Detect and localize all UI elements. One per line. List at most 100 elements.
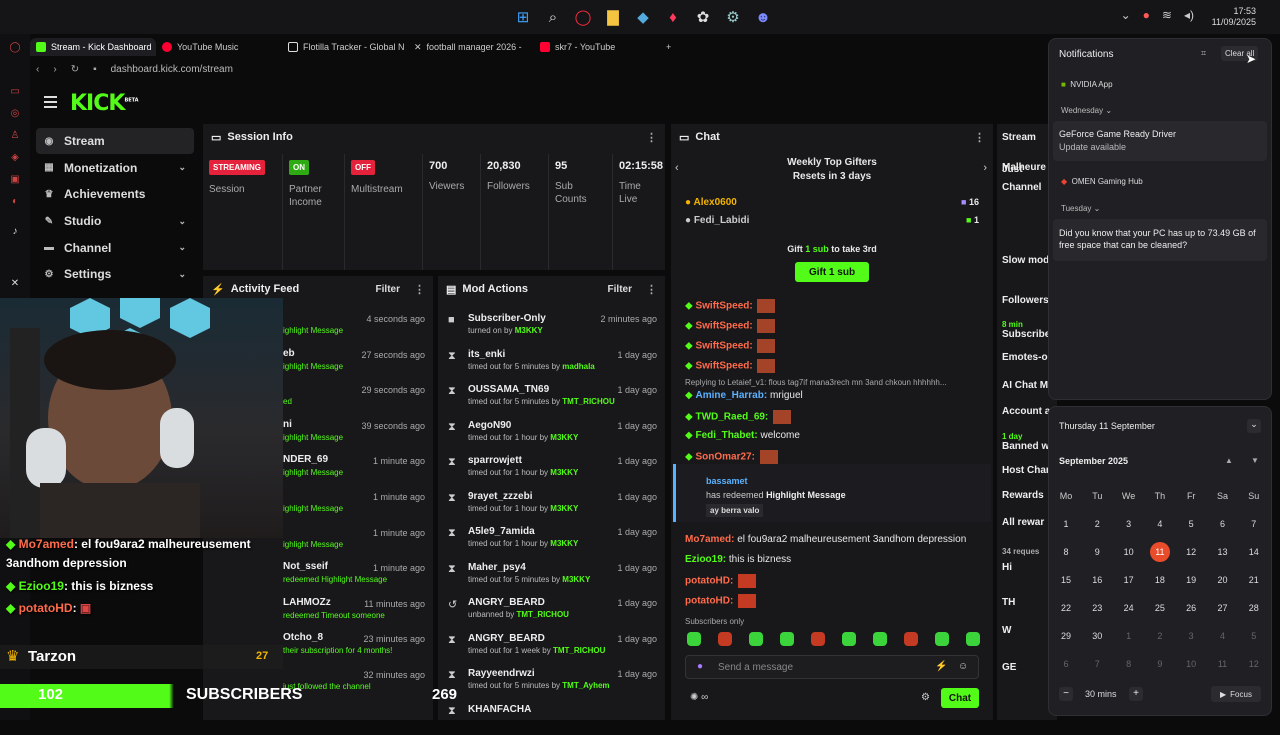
wifi-icon[interactable]: ≋	[1162, 8, 1172, 22]
month-down-icon[interactable]: ▼	[1251, 456, 1259, 465]
gifter-1[interactable]: ● Alex0600	[685, 197, 737, 208]
calendar-day[interactable]: 4	[1213, 626, 1233, 646]
chat-message[interactable]: potatoHD:	[685, 574, 757, 588]
emote-quick-icon[interactable]	[842, 632, 856, 646]
mod-action-row[interactable]: ⧗ KHANFACHA	[438, 703, 665, 735]
emote-quick-icon[interactable]	[687, 632, 701, 646]
sidebar-icon-3[interactable]: ♙	[9, 130, 21, 142]
calendar-day[interactable]: 16	[1087, 570, 1107, 590]
x-icon[interactable]: ✕	[9, 278, 21, 290]
calendar-day[interactable]: 12	[1181, 542, 1201, 562]
nav-channel[interactable]: ▬ Channel ⌄	[36, 235, 194, 261]
filter-button[interactable]: Filter	[376, 284, 400, 295]
send-chat-button[interactable]: Chat	[941, 688, 979, 708]
calendar-day[interactable]: 13	[1213, 542, 1233, 562]
calendar-day[interactable]: 6	[1056, 654, 1076, 674]
mod-action-row[interactable]: ⧗ A5le9_7amida timed out for 1 hour by M3K…	[438, 525, 665, 557]
emote-quick-icon[interactable]	[780, 632, 794, 646]
emote-quick-icon[interactable]	[873, 632, 887, 646]
discord-icon[interactable]: ☻	[752, 6, 774, 28]
calendar-day[interactable]: 7	[1087, 654, 1107, 674]
nav-studio[interactable]: ✎ Studio ⌄	[36, 208, 194, 234]
volume-icon[interactable]: ◂)	[1184, 8, 1194, 22]
url-text[interactable]: dashboard.kick.com/stream	[111, 64, 233, 75]
calendar-day[interactable]: 9	[1087, 542, 1107, 562]
chat-message[interactable]: Ezioo19: this is bizness	[685, 554, 791, 565]
mod-action-row[interactable]: ⧗ its_enki timed out for 5 minutes by madh…	[438, 348, 665, 380]
chevron-right-icon[interactable]: ›	[983, 162, 987, 174]
chat-message[interactable]: ◆ Fedi_Thabet: welcome	[685, 430, 800, 441]
more-icon[interactable]: ⋮	[974, 131, 985, 144]
start-icon[interactable]: ⊞	[512, 6, 534, 28]
mod-action-row[interactable]: ⧗ ANGRY_BEARD timed out for 1 week by TMT_…	[438, 632, 665, 664]
calendar-day[interactable]: 2	[1150, 626, 1170, 646]
sidebar-icon-5[interactable]: ▣	[9, 174, 21, 186]
more-icon[interactable]: ⋮	[414, 283, 425, 296]
emoji-icon[interactable]: ☺	[958, 661, 968, 672]
notif-day[interactable]: Wednesday ⌄	[1061, 106, 1112, 115]
chat-message[interactable]: ◆ Amine_Harrab: mriguel	[685, 390, 803, 401]
notif-card[interactable]: Did you know that your PC has up to 73.4…	[1053, 219, 1267, 261]
calendar-day[interactable]: 12	[1244, 654, 1264, 674]
calendar-day[interactable]: 1	[1056, 514, 1076, 534]
chevron-up-icon[interactable]: ⌄	[1121, 8, 1131, 22]
calendar-day[interactable]: 28	[1244, 598, 1264, 618]
app2-icon[interactable]: ✿	[692, 6, 714, 28]
search-icon[interactable]: ⌕	[542, 6, 564, 28]
calendar-day[interactable]: 14	[1244, 542, 1264, 562]
opera-icon[interactable]: ◯	[572, 6, 594, 28]
gear-icon[interactable]: ⚙	[921, 692, 930, 703]
calendar-day[interactable]: 15	[1056, 570, 1076, 590]
calendar-day[interactable]: 17	[1119, 570, 1139, 590]
collapse-icon[interactable]: ⌄	[1247, 419, 1261, 433]
calendar-day[interactable]: 22	[1056, 598, 1076, 618]
emote-quick-icon[interactable]	[966, 632, 980, 646]
calendar-day[interactable]: 20	[1213, 570, 1233, 590]
calendar-day[interactable]: 10	[1119, 542, 1139, 562]
calendar-day[interactable]: 5	[1244, 626, 1264, 646]
focus-plus-button[interactable]: +	[1129, 687, 1143, 701]
emote-quick-icon[interactable]	[904, 632, 918, 646]
gifter-2[interactable]: ● Fedi_Labidi	[685, 215, 749, 226]
sidebar-icon-1[interactable]: ▭	[9, 86, 21, 98]
tab-skr7[interactable]: skr7 - YouTube	[534, 38, 660, 56]
notif-app-nvidia[interactable]: ■ NVIDIA App	[1061, 80, 1113, 89]
clock[interactable]: 17:53 11/09/2025	[1212, 6, 1256, 28]
notif-day[interactable]: Tuesday ⌄	[1061, 204, 1100, 213]
tab-flotilla[interactable]: Flotilla Tracker - Global N	[282, 38, 408, 56]
mod-action-row[interactable]: ■ Subscriber-Only turned on by M3KKY 2 minu…	[438, 312, 665, 344]
calendar-day[interactable]: 1	[1119, 626, 1139, 646]
emote-quick-icon[interactable]	[811, 632, 825, 646]
calendar-day[interactable]: 21	[1244, 570, 1264, 590]
focus-minus-button[interactable]: −	[1059, 687, 1073, 701]
tab-youtube-music[interactable]: YouTube Music	[156, 38, 282, 56]
tab-kick[interactable]: Stream - Kick Dashboard	[30, 38, 156, 56]
chat-settings-icon[interactable]: ✺ ∞	[690, 692, 708, 703]
calendar-day[interactable]: 8	[1119, 654, 1139, 674]
map-pin-icon[interactable]: ♦	[662, 6, 684, 28]
mic-icon[interactable]: ●	[697, 661, 703, 672]
mod-action-row[interactable]: ⧗ AegoN90 timed out for 1 hour by M3KKY 1 d…	[438, 419, 665, 451]
mod-action-row[interactable]: ↺ ANGRY_BEARD unbanned by TMT_RICHOU 1 day …	[438, 596, 665, 628]
notif-app-omen[interactable]: ◆ OMEN Gaming Hub	[1061, 177, 1143, 186]
gift-sub-button[interactable]: Gift 1 sub	[795, 262, 869, 282]
chat-message[interactable]: ◆ SonOmar27:	[685, 450, 778, 464]
calendar-day[interactable]: 25	[1150, 598, 1170, 618]
mod-action-row[interactable]: ⧗ Rayyeendrwzi timed out for 5 minutes by …	[438, 667, 665, 699]
reload-icon[interactable]: ↻	[71, 64, 79, 75]
nav-settings[interactable]: ⚙ Settings ⌄	[36, 261, 194, 287]
mic-icon[interactable]: ●	[1143, 8, 1150, 22]
calendar-day[interactable]: 5	[1181, 514, 1201, 534]
calendar-day[interactable]: 30	[1087, 626, 1107, 646]
notif-card[interactable]: GeForce Game Ready Driver Update availab…	[1053, 121, 1267, 161]
calendar-day[interactable]: 29	[1056, 626, 1076, 646]
new-tab-button[interactable]: +	[660, 38, 684, 56]
steam-icon[interactable]: ⚙	[722, 6, 744, 28]
calendar-day[interactable]: 2	[1087, 514, 1107, 534]
calendar-day[interactable]: 19	[1181, 570, 1201, 590]
forward-icon[interactable]: ›	[53, 64, 56, 75]
calendar-day[interactable]: 3	[1181, 626, 1201, 646]
more-icon[interactable]: ⋮	[646, 283, 657, 296]
calendar-day[interactable]: 8	[1056, 542, 1076, 562]
nav-achievements[interactable]: ♛ Achievements	[36, 181, 194, 207]
